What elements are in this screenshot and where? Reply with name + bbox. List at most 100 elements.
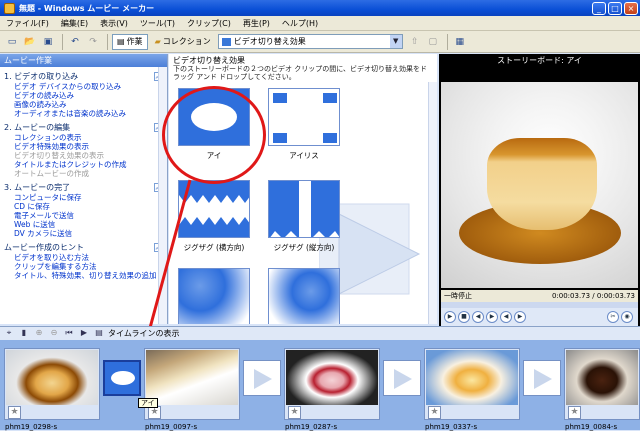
task-link[interactable]: ビデオを取り込む方法 xyxy=(4,253,163,262)
stop-icon[interactable]: ■ xyxy=(458,311,470,323)
preview-monitor: ストーリーボード: アイ 一時停止 0:00:03.73 / 0:00:03.7… xyxy=(439,54,640,326)
task-link[interactable]: 画像の読み込み xyxy=(4,100,163,109)
task-link[interactable]: 電子メールで送信 xyxy=(4,211,163,220)
zoom-in-icon[interactable]: ⊕ xyxy=(33,328,45,339)
zoom-out-icon[interactable]: ⊖ xyxy=(48,328,60,339)
transition-zigzag-horizontal[interactable]: ジグザグ (横方向) xyxy=(175,180,253,253)
task-link[interactable]: DV カメラに送信 xyxy=(4,229,163,238)
transition-icon xyxy=(221,37,231,46)
transition-thumbnail xyxy=(178,180,250,238)
rewind-icon[interactable]: ◀ xyxy=(500,311,512,323)
task-link[interactable]: コンピュータに保存 xyxy=(4,193,163,202)
play-icon[interactable]: ▶ xyxy=(444,311,456,323)
show-timeline-button[interactable]: タイムラインの表示 xyxy=(108,328,179,339)
transition-dissolve-2[interactable] xyxy=(265,268,343,324)
clip-thumbnail xyxy=(566,350,638,405)
menu-edit[interactable]: 編集(E) xyxy=(55,18,94,29)
content-description: 下のストーリーボードの２つのビデオ クリップの間に、ビデオ切り替え効果をドラッグ… xyxy=(173,65,428,81)
transition-slot[interactable] xyxy=(523,360,561,396)
title-bar: 無題 - Windows ムービー メーカー _ □ × xyxy=(0,0,640,16)
task-pane-scrollbar[interactable] xyxy=(158,67,167,324)
highlight-circle xyxy=(162,86,266,184)
storyboard-clip[interactable]: ★ phm19_0097-s xyxy=(144,348,240,431)
save-project-icon[interactable]: ▣ xyxy=(40,34,56,50)
effect-star-icon[interactable]: ★ xyxy=(568,406,581,419)
clip-thumbnail xyxy=(146,350,238,405)
timeline-icon[interactable]: ▤ xyxy=(93,328,105,339)
menu-help[interactable]: ヘルプ(H) xyxy=(276,18,324,29)
effect-star-icon[interactable]: ★ xyxy=(8,406,21,419)
play-storyboard-icon[interactable]: ▶ xyxy=(78,328,90,339)
transition-zigzag-vertical[interactable]: ジグザグ (縦方向) xyxy=(265,180,343,253)
menu-play[interactable]: 再生(P) xyxy=(237,18,276,29)
preview-image xyxy=(441,82,638,288)
menu-file[interactable]: ファイル(F) xyxy=(0,18,55,29)
task-link[interactable]: クリップを編集する方法 xyxy=(4,262,163,271)
view-options-icon[interactable]: ▦ xyxy=(452,34,468,50)
task-link[interactable]: Web に送信 xyxy=(4,220,163,229)
new-project-icon[interactable]: ▭ xyxy=(4,34,20,50)
section-title: 1. ビデオの取り込み xyxy=(4,71,79,81)
transition-slot[interactable] xyxy=(243,360,281,396)
task-link[interactable]: CD に保存 xyxy=(4,202,163,211)
menu-clip[interactable]: クリップ(C) xyxy=(181,18,237,29)
menu-view[interactable]: 表示(V) xyxy=(94,18,134,29)
maximize-button[interactable]: □ xyxy=(608,1,622,15)
tasks-label: 作業 xyxy=(126,37,143,46)
transition-thumbnail xyxy=(268,180,340,238)
task-link[interactable]: ビデオ特殊効果の表示 xyxy=(4,142,163,151)
storyboard: ★ phm19_0298-s ★ phm19_0097-s ★ phm19_02… xyxy=(0,340,640,431)
movie-maker-icon xyxy=(4,2,15,14)
transition-slot-eye[interactable] xyxy=(103,360,141,396)
task-link[interactable]: ビデオ デバイスからの取り込み xyxy=(4,82,163,91)
storyboard-clip[interactable]: ★ phm19_0287-s xyxy=(284,348,380,431)
forward-icon[interactable]: ▶ xyxy=(514,311,526,323)
playback-controls: ▶ ■ ◀ ▶ ◀ ▶ ✂ ◉ xyxy=(441,308,638,326)
task-link[interactable]: コレクションの表示 xyxy=(4,133,163,142)
snapshot-icon[interactable]: ◉ xyxy=(621,311,633,323)
clip-thumbnail xyxy=(286,350,378,405)
split-icon[interactable]: ✂ xyxy=(607,311,619,323)
chevron-down-icon[interactable]: ▼ xyxy=(389,35,402,48)
preview-title: ストーリーボード: アイ xyxy=(497,56,582,65)
effect-star-icon[interactable]: ★ xyxy=(288,406,301,419)
effect-star-icon[interactable]: ★ xyxy=(428,406,441,419)
new-collection-icon[interactable]: ▢ xyxy=(425,34,441,50)
undo-icon[interactable]: ↶ xyxy=(67,34,83,50)
toolbar-separator xyxy=(446,33,448,50)
playback-status: 一時停止 xyxy=(444,292,472,300)
storyboard-clip[interactable]: ★ phm19_0084-s xyxy=(564,348,640,431)
toolbar: ▭ 📂 ▣ ↶ ↷ ▤ 作業 ▰ コレクション ビデオ切り替え効果 ▼ ⇧ ▢ ▦ xyxy=(0,31,640,53)
transition-dissolve[interactable] xyxy=(175,268,253,324)
redo-icon[interactable]: ↷ xyxy=(85,34,101,50)
task-link[interactable]: ビデオの読み込み xyxy=(4,91,163,100)
rewind-storyboard-icon[interactable]: ⏮ xyxy=(63,328,75,339)
collections-button[interactable]: ▰ コレクション xyxy=(150,34,216,50)
task-pane: ムービー作業 1. ビデオの取り込み︽ ビデオ デバイスからの取り込み ビデオの… xyxy=(0,54,168,324)
audio-levels-icon[interactable]: ▮ xyxy=(18,328,30,339)
storyboard-clip[interactable]: ★ phm19_0298-s xyxy=(4,348,100,431)
collection-dropdown[interactable]: ビデオ切り替え効果 ▼ xyxy=(217,34,403,49)
storyboard-clip[interactable]: ★ phm19_0337-s xyxy=(424,348,520,431)
content-scrollbar[interactable] xyxy=(428,82,437,324)
task-link[interactable]: タイトル、特殊効果、切り替え効果の追加 xyxy=(4,271,163,280)
tasks-button[interactable]: ▤ 作業 xyxy=(112,33,148,50)
minimize-button[interactable]: _ xyxy=(592,1,606,15)
close-button[interactable]: × xyxy=(624,1,638,15)
section-finish: 3. ムービーの完了︽ コンピュータに保存 CD に保存 電子メールで送信 We… xyxy=(4,181,163,238)
narration-icon[interactable]: ⌖ xyxy=(3,328,15,339)
section-title: 2. ムービーの編集 xyxy=(4,122,71,132)
next-frame-icon[interactable]: ▶ xyxy=(486,311,498,323)
task-pane-title: ムービー作業 xyxy=(0,54,167,67)
task-link[interactable]: オーディオまたは音楽の読み込み xyxy=(4,109,163,118)
transition-iris[interactable]: アイリス xyxy=(265,88,343,161)
transition-slot[interactable] xyxy=(383,360,421,396)
up-folder-icon[interactable]: ⇧ xyxy=(407,34,423,50)
task-link[interactable]: タイトルまたはクレジットの作成 xyxy=(4,160,163,169)
playback-time: 0:00:03.73 / 0:00:03.73 xyxy=(551,292,635,300)
open-project-icon[interactable]: 📂 xyxy=(22,34,38,50)
clip-thumbnail xyxy=(426,350,518,405)
menu-tools[interactable]: ツール(T) xyxy=(134,18,181,29)
previous-frame-icon[interactable]: ◀ xyxy=(472,311,484,323)
eye-transition-icon xyxy=(111,371,135,385)
